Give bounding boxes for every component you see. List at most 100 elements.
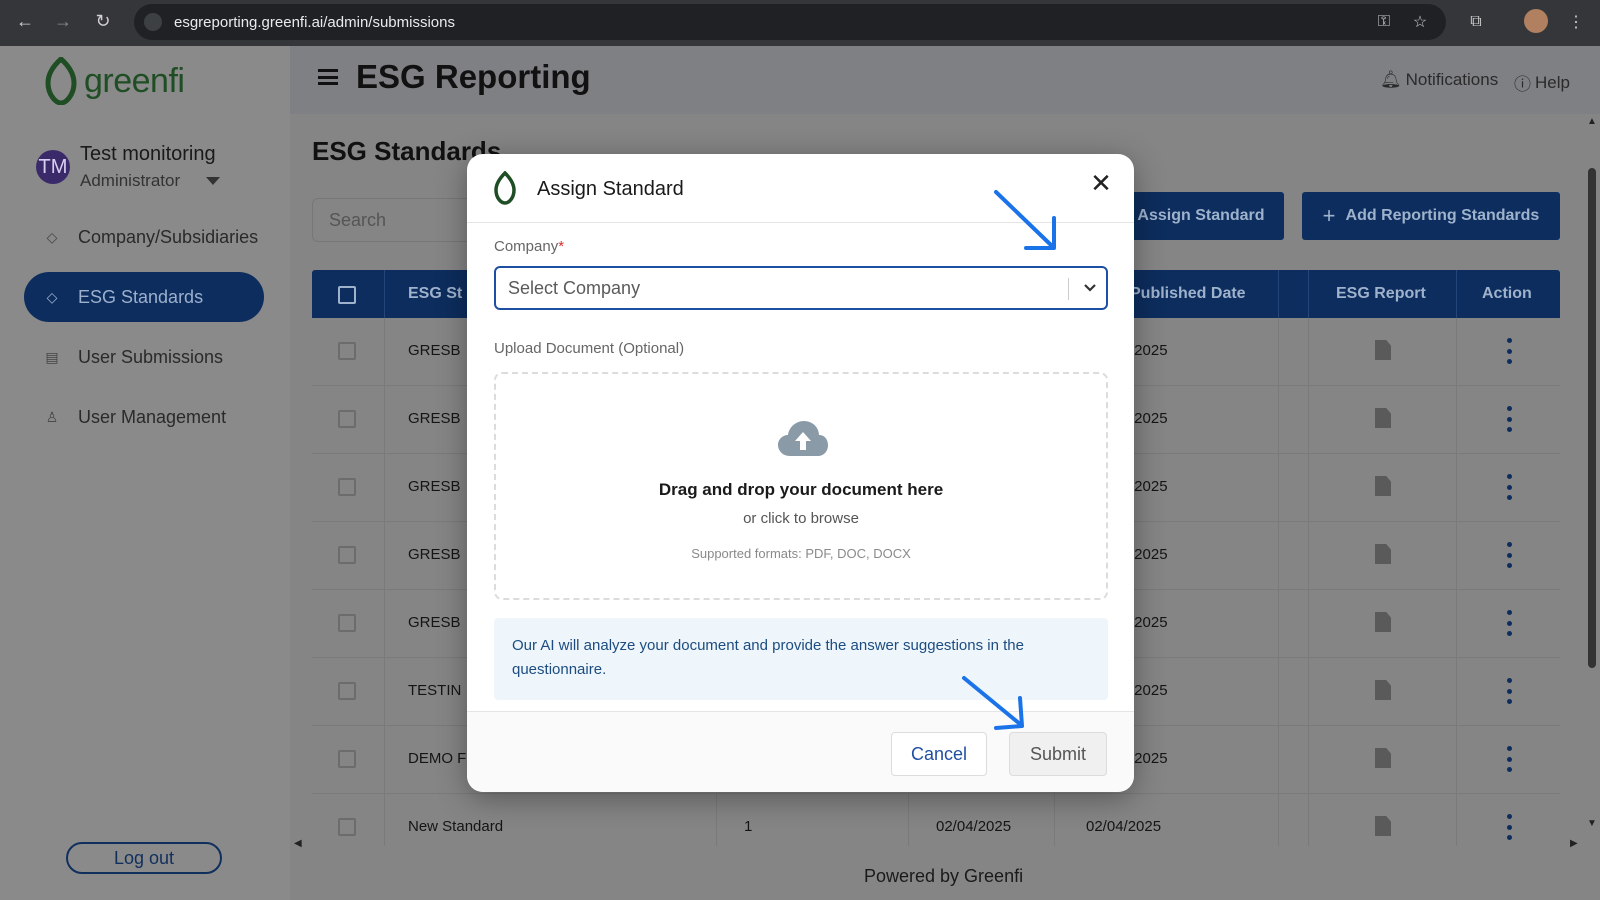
sidebar-item-user-management[interactable]: ♙ User Management [24,392,264,442]
logo-text: greenfi [84,61,185,100]
reload-icon[interactable]: ↻ [92,10,114,32]
modal-title: Assign Standard [537,178,684,200]
sidebar: greenfi TM Test monitoring Administrator… [0,46,290,900]
scroll-left-arrow-icon[interactable]: ◀ [294,838,302,849]
help-link[interactable]: ⓘ Help [1514,70,1570,95]
ai-info-box: Our AI will analyze your document and pr… [494,618,1108,700]
row-published-date: /2025 [1130,750,1168,767]
notifications-label: Notifications [1405,70,1499,89]
greenfi-logo[interactable]: greenfi [44,56,185,106]
add-reporting-standards-label: Add Reporting Standards [1345,207,1540,224]
person-icon: ♙ [45,408,59,425]
row-checkbox[interactable] [338,682,356,700]
row-published-date: /2025 [1130,342,1168,359]
bookmark-star-icon[interactable]: ☆ [1410,12,1430,32]
dropzone-browse-text[interactable]: or click to browse [496,510,1106,527]
sidebar-item-user-submissions[interactable]: ▤ User Submissions [24,332,264,382]
vertical-scrollbar[interactable] [1588,168,1596,668]
pdf-document-icon[interactable] [1375,340,1391,360]
row-actions-kebab-icon[interactable] [1506,338,1512,364]
company-label-text: Company [494,238,559,255]
page-title: ESG Reporting [356,58,591,95]
diamond-icon: ◇ [46,288,58,305]
sidebar-item-label: Company/Subsidiaries [78,226,259,247]
row-actions-kebab-icon[interactable] [1506,406,1512,432]
row-published-date: /2025 [1130,410,1168,427]
row-checkbox[interactable] [338,614,356,632]
row-standard-name: TESTIN [408,682,462,699]
row-standard-name: GRESB [408,614,461,631]
dropzone-title: Drag and drop your document here [658,480,944,499]
logout-button[interactable]: Log out [66,842,222,874]
close-icon[interactable]: ✕ [1088,168,1114,198]
pdf-document-icon[interactable] [1375,544,1391,564]
row-created-date: 02/04/2025 [936,818,1012,835]
address-bar[interactable]: esgreporting.greenfi.ai/admin/submission… [134,4,1446,40]
document-dropzone[interactable]: Drag and drop your document here or clic… [494,372,1108,600]
select-all-checkbox[interactable] [338,286,356,304]
company-select-placeholder: Select Company [508,278,641,298]
row-checkbox[interactable] [338,750,356,768]
column-header-published-date[interactable]: Published Date [1130,270,1246,318]
row-standard-name: GRESB [408,342,461,359]
notifications-link[interactable]: 🔔︎ Notifications [1380,70,1498,90]
url-text: esgreporting.greenfi.ai/admin/submission… [174,13,455,31]
chevron-down-icon[interactable] [1080,276,1100,300]
row-actions-kebab-icon[interactable] [1506,542,1512,568]
pdf-document-icon[interactable] [1375,408,1391,428]
row-checkbox[interactable] [338,410,356,428]
sidebar-item-label: User Management [78,406,227,427]
row-actions-kebab-icon[interactable] [1506,610,1512,636]
user-role[interactable]: Administrator [80,171,180,191]
row-checkbox[interactable] [338,342,356,360]
table-row[interactable]: New Standard 1 02/04/2025 02/04/2025 [312,794,1560,846]
password-key-icon[interactable]: ⚿ [1374,12,1394,32]
footer-text: Powered by Greenfi [864,866,1024,886]
scroll-down-arrow-icon[interactable]: ▼ [1587,818,1597,829]
scroll-right-arrow-icon[interactable]: ▶ [1570,838,1578,849]
required-asterisk: * [558,238,565,255]
sidebar-item-company-subsidiaries[interactable]: ◇ Company/Subsidiaries [24,212,264,262]
row-standard-name: GRESB [408,478,461,495]
scroll-up-arrow-icon[interactable]: ▲ [1587,116,1597,127]
row-actions-kebab-icon[interactable] [1506,814,1512,840]
extensions-icon[interactable]: ⧉ [1466,12,1486,32]
role-dropdown-caret-icon[interactable] [206,177,220,185]
row-actions-kebab-icon[interactable] [1506,746,1512,772]
user-avatar: TM [36,150,70,184]
pdf-document-icon[interactable] [1375,612,1391,632]
greenfi-logo-icon [494,171,516,205]
sidebar-item-esg-standards[interactable]: ◇ ESG Standards [24,272,264,322]
pdf-document-icon[interactable] [1375,476,1391,496]
greenfi-logo-icon [45,57,77,105]
help-circle-icon: ⓘ [1514,75,1531,94]
cancel-button[interactable]: Cancel [891,732,987,776]
row-actions-kebab-icon[interactable] [1506,678,1512,704]
browser-menu-icon[interactable]: ⋮ [1566,12,1586,32]
row-checkbox[interactable] [338,818,356,836]
row-published-date: 02/04/2025 [1086,818,1162,835]
site-settings-icon[interactable] [144,13,162,31]
submit-button[interactable]: Submit [1009,732,1107,776]
row-actions-kebab-icon[interactable] [1506,474,1512,500]
back-icon[interactable]: ← [14,10,36,32]
modal-footer: Cancel Submit [467,711,1134,792]
assign-standard-button[interactable]: Assign Standard [1118,192,1284,240]
row-published-date: /2025 [1130,682,1168,699]
pdf-document-icon[interactable] [1375,816,1391,836]
hamburger-menu-icon[interactable] [318,69,338,85]
pdf-document-icon[interactable] [1375,748,1391,768]
browser-toolbar: ← → ↻ esgreporting.greenfi.ai/admin/subm… [0,0,1600,46]
company-select[interactable]: Select Company [494,266,1108,310]
plus-icon: + [1322,203,1336,228]
add-reporting-standards-button[interactable]: + Add Reporting Standards [1302,192,1560,240]
row-checkbox[interactable] [338,478,356,496]
profile-avatar-icon[interactable] [1524,9,1548,33]
assign-standard-modal: Assign Standard ✕ Company* Select Compan… [467,154,1134,792]
pdf-document-icon[interactable] [1375,680,1391,700]
row-checkbox[interactable] [338,546,356,564]
column-header-esg-standard[interactable]: ESG St [408,270,462,318]
forward-icon[interactable]: → [52,10,74,32]
row-standard-name: DEMO F [408,750,467,767]
help-label: Help [1535,72,1570,92]
